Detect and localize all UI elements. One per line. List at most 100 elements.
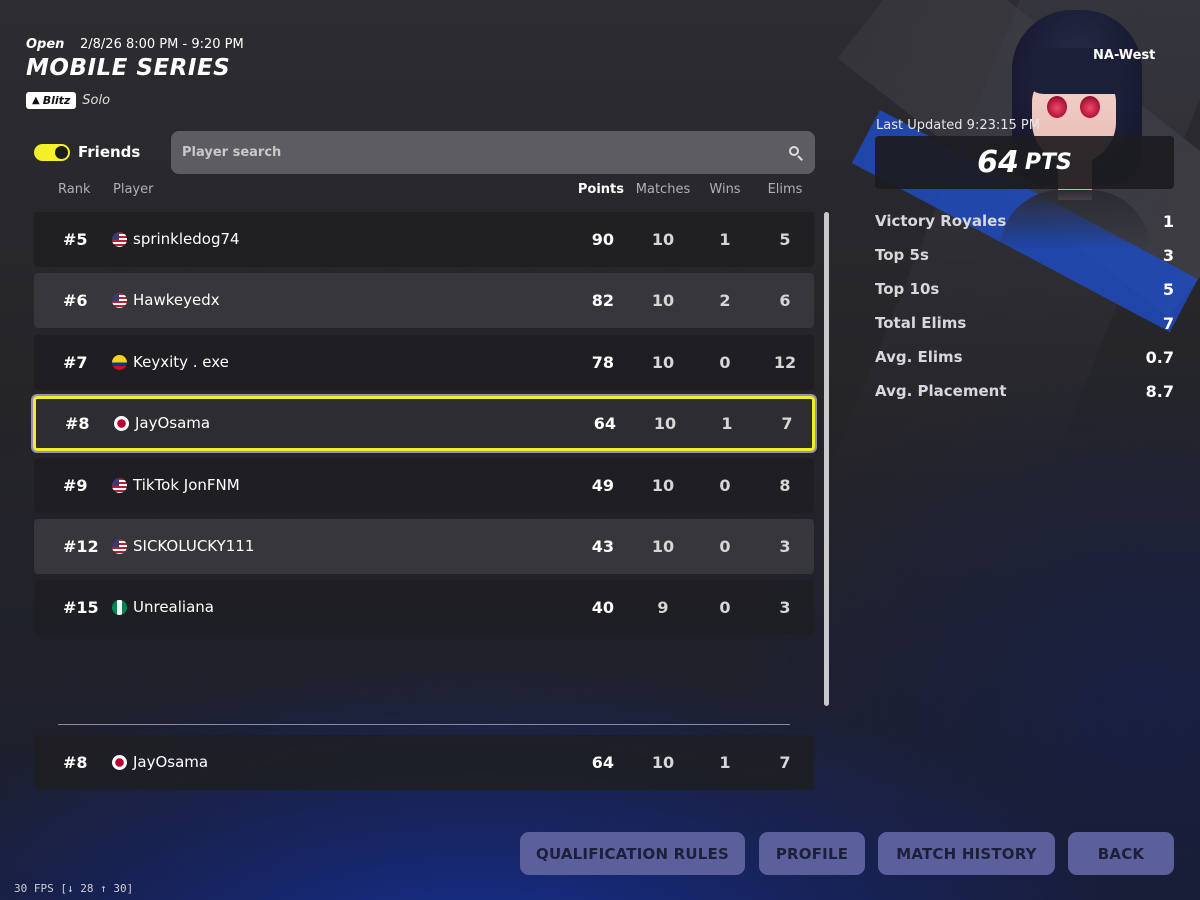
column-header-points[interactable]: Points [566, 182, 624, 197]
player-name: JayOsama [133, 753, 209, 771]
stat-value: 8.7 [1145, 382, 1174, 401]
player-name: Hawkeyedx [133, 291, 220, 310]
row-rank: #8 [65, 414, 90, 434]
row-wins: 0 [719, 536, 731, 556]
row-matches: 9 [657, 598, 669, 618]
row-player: Keyxity . exe [112, 335, 229, 390]
match-history-button[interactable]: MATCH HISTORY [878, 832, 1055, 875]
divider [58, 724, 790, 725]
friends-toggle[interactable] [34, 144, 70, 161]
row-elims: 8 [779, 475, 791, 495]
flag-us-icon [112, 232, 127, 247]
row-points: 43 [591, 536, 614, 556]
column-header-elims[interactable]: Elims [760, 182, 810, 197]
player-search[interactable] [171, 131, 815, 174]
row-matches: 10 [653, 414, 677, 434]
stats-list: Victory Royales 1 Top 5s 3 Top 10s 5 Tot… [875, 210, 1174, 414]
points-value: 64 [977, 145, 1019, 180]
column-header-matches[interactable]: Matches [630, 182, 696, 197]
points-summary: 64 PTS [875, 136, 1174, 189]
flag-jp-icon [114, 416, 129, 432]
flag-jp-icon [112, 755, 127, 770]
row-rank: #6 [63, 291, 88, 311]
pinned-player-row-container: #8 JayOsama 64 10 1 7 [34, 735, 814, 796]
leaderboard-list: #5 sprinkledog74 90 10 1 5 #6 Hawkeyedx … [33, 212, 815, 642]
qualification-rules-button[interactable]: QUALIFICATION RULES [520, 832, 745, 875]
row-player: JayOsama [112, 735, 208, 790]
row-wins: 0 [719, 598, 731, 618]
leaderboard-row[interactable]: #6 Hawkeyedx 82 10 2 6 [34, 273, 814, 329]
player-name: sprinkledog74 [133, 230, 240, 248]
mode-badge-label: Blitz [42, 94, 71, 107]
row-wins: 0 [719, 475, 731, 495]
row-elims: 7 [779, 753, 791, 772]
stat-value: 3 [1162, 246, 1174, 265]
stat-label: Top 5s [875, 246, 929, 264]
row-rank: #8 [63, 753, 88, 772]
stat-value: 1 [1162, 212, 1174, 231]
player-name: Unrealiana [133, 598, 214, 617]
flag-us-icon [112, 477, 127, 493]
search-icon[interactable] [788, 145, 804, 161]
stat-avg-elims: Avg. Elims 0.7 [875, 346, 1174, 380]
flag-us-icon [112, 538, 127, 554]
leaderboard-row-current-player[interactable]: #8 JayOsama 64 10 1 7 [33, 396, 815, 452]
row-player: TikTok JonFNM [112, 458, 240, 513]
row-matches: 10 [651, 753, 675, 772]
row-points: 90 [591, 230, 614, 249]
row-points: 64 [593, 414, 616, 434]
leaderboard-row[interactable]: #5 sprinkledog74 90 10 1 5 [34, 212, 814, 267]
row-points: 40 [591, 598, 614, 618]
row-points: 49 [591, 475, 614, 495]
region-label: NA-West [1093, 48, 1156, 63]
row-player: Hawkeyedx [112, 273, 220, 328]
row-matches: 10 [651, 230, 675, 249]
leaderboard-row[interactable]: #9 TikTok JonFNM 49 10 0 8 [34, 457, 814, 513]
fps-counter: 30 FPS [↓ 28 ↑ 30] [14, 882, 134, 895]
leaderboard-row[interactable]: #12 SICKOLUCKY111 43 10 0 3 [34, 518, 814, 574]
row-points: 78 [591, 352, 614, 372]
player-name: JayOsama [135, 414, 211, 433]
row-points: 64 [591, 753, 614, 772]
row-matches: 10 [651, 475, 675, 495]
row-elims: 7 [781, 414, 793, 434]
stat-label: Victory Royales [875, 212, 1007, 230]
column-header-player: Player [113, 182, 154, 197]
back-button[interactable]: BACK [1068, 832, 1174, 875]
row-player: JayOsama [114, 399, 210, 448]
mode-type: Solo [82, 93, 111, 108]
row-elims: 12 [773, 352, 797, 372]
flag-us-icon [112, 293, 127, 309]
page-title: MOBILE SERIES [26, 55, 231, 81]
row-rank: #12 [63, 536, 99, 556]
last-updated: Last Updated 9:23:15 PM [876, 118, 1040, 133]
column-header-rank: Rank [58, 182, 91, 197]
row-player: Unrealiana [112, 580, 214, 635]
stat-label: Total Elims [875, 314, 967, 332]
profile-button[interactable]: PROFILE [759, 832, 865, 875]
player-name: Keyxity . exe [133, 352, 229, 371]
friends-label: Friends [78, 143, 141, 161]
column-header-wins[interactable]: Wins [700, 182, 750, 197]
stat-top-5s: Top 5s 3 [875, 244, 1174, 278]
leaderboard-row[interactable]: #15 Unrealiana 40 9 0 3 [34, 580, 814, 636]
row-rank: #7 [63, 352, 88, 372]
stat-value: 0.7 [1145, 348, 1174, 367]
pinned-player-row[interactable]: #8 JayOsama 64 10 1 7 [34, 735, 814, 790]
row-wins: 0 [719, 352, 731, 372]
player-name: SICKOLUCKY111 [133, 536, 255, 555]
row-elims: 6 [779, 291, 791, 311]
leaderboard-row[interactable]: #7 Keyxity . exe 78 10 0 12 [34, 334, 814, 390]
row-wins: 1 [719, 753, 731, 772]
stat-label: Avg. Elims [875, 348, 963, 366]
stat-value: 5 [1162, 280, 1174, 299]
mode-badge: ▲ Blitz [26, 92, 77, 109]
leaderboard-scrollbar[interactable] [824, 212, 829, 706]
stat-top-10s: Top 10s 5 [875, 278, 1174, 312]
mode-info: ▲ Blitz Solo [26, 92, 110, 109]
row-elims: 3 [779, 536, 791, 556]
row-wins: 2 [719, 291, 731, 311]
search-input[interactable] [182, 145, 788, 160]
bag-icon: ▲ [32, 95, 40, 106]
row-elims: 5 [779, 230, 791, 249]
